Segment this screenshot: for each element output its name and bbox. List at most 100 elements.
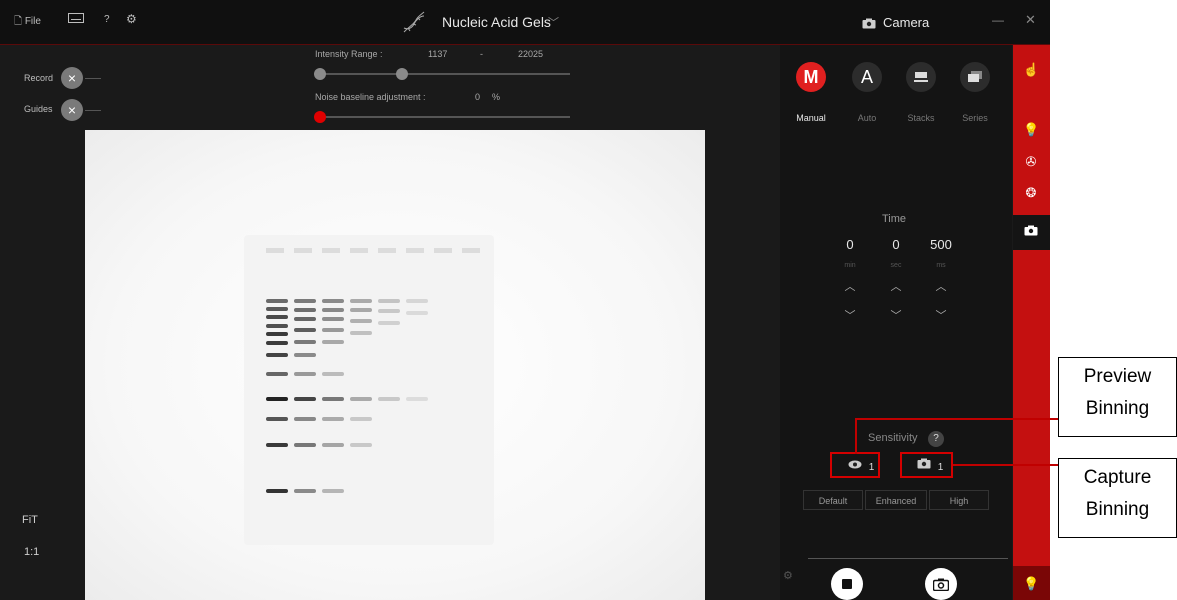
series-mode-button[interactable] [960,62,990,92]
gel-band [322,372,344,376]
app-title[interactable]: Nucleic Acid Gels [442,14,551,30]
preview-binning-callout: Preview Binning [1058,357,1177,437]
gel-band [266,353,288,357]
series-icon [968,67,982,87]
gel-band [378,397,400,401]
touch-hand-icon[interactable]: ☝ [1023,62,1039,78]
gel-band [294,489,316,493]
manual-mode-label: Manual [796,113,826,123]
preview-callout-line2: Binning [1085,398,1150,419]
sensitivity-high-button[interactable]: High [929,490,989,510]
aperture-icon[interactable]: ❂ [1023,185,1039,201]
preview-callout-horizontal [855,418,1058,420]
gel-band [266,324,288,328]
minutes-down-arrow-icon[interactable]: ﹀ [830,307,870,323]
capture-button[interactable] [925,568,957,600]
preview-callout-line1: Preview [1083,366,1152,387]
ms-up-arrow-icon[interactable]: ︿ [921,278,961,294]
time-seconds-value[interactable]: 0 [876,237,916,252]
guides-label: Guides [24,104,53,114]
intensity-min-handle[interactable] [314,68,326,80]
gel-band [294,317,316,321]
gel-band [350,443,372,447]
camera-tool-icon[interactable] [1023,224,1039,239]
gel-well [434,248,452,253]
sensitivity-default-button[interactable]: Default [803,490,863,510]
stop-button[interactable] [831,568,863,600]
seconds-down-arrow-icon[interactable]: ﹀ [876,307,916,323]
noise-slider-track[interactable] [315,116,570,118]
stop-icon [841,577,853,594]
intensity-slider-track[interactable] [315,73,570,75]
stacks-mode-button[interactable] [906,62,936,92]
gel-band [350,397,372,401]
file-menu[interactable]: 🗋 File [14,14,41,31]
filter-wheel-icon[interactable]: ✇ [1023,154,1039,170]
file-label: File [24,16,41,27]
gel-band [294,417,316,421]
bottom-divider [808,558,1008,559]
keyboard-icon[interactable] [68,13,84,26]
time-ms-value[interactable]: 500 [921,237,961,252]
gel-band [406,311,428,315]
record-toggle[interactable]: × [61,67,83,89]
guides-toggle[interactable]: × [61,99,83,121]
gel-band [322,397,344,401]
seconds-up-arrow-icon[interactable]: ︿ [876,278,916,294]
noise-unit: % [492,92,501,102]
intensity-max-handle[interactable] [396,68,408,80]
document-icon: 🗋 [14,16,23,27]
gel-band [322,417,344,421]
gel-band [266,417,288,421]
ms-down-arrow-icon[interactable]: ﹀ [921,307,961,323]
capture-binning-button[interactable]: 1 [900,452,953,478]
gel-band [266,307,288,311]
eye-icon [848,454,862,480]
preview-callout-vertical [855,418,857,454]
settings-gear-icon[interactable]: ⚙ [783,569,793,582]
capture-callout-horizontal [953,464,1058,466]
time-minutes-value[interactable]: 0 [830,237,870,252]
capture-callout-line1: Capture [1083,467,1152,488]
chevron-down-icon[interactable]: ﹀ [548,14,559,30]
noise-handle[interactable] [314,111,326,123]
guides-divider [85,110,101,111]
gel-band [350,417,372,421]
sensitivity-help-button[interactable]: ? [928,431,944,447]
manual-mode-button[interactable]: M [796,62,826,92]
camera-icon [932,578,950,595]
minutes-up-arrow-icon[interactable]: ︿ [830,278,870,294]
intensity-separator: - [480,49,483,59]
auto-mode-button[interactable]: A [852,62,882,92]
actual-size-button[interactable]: 1:1 [24,546,39,558]
gel-band [322,308,344,312]
sensitivity-label: Sensitivity [868,432,918,444]
gel-band [266,299,288,303]
gel-band [294,340,316,344]
close-button[interactable]: ✕ [1025,12,1036,28]
gel-band [322,340,344,344]
gel-band [350,319,372,323]
light-bulb-icon[interactable]: 💡 [1023,122,1039,138]
fit-button[interactable]: FiT [22,514,38,526]
gel-image[interactable] [85,130,705,600]
gel-band [322,299,344,303]
gel-band [266,372,288,376]
help-button[interactable]: ? [104,14,110,25]
illumination-bulb-icon[interactable]: 💡 [1023,576,1039,592]
stacks-icon [914,67,928,87]
gel-band [350,331,372,335]
preview-binning-button[interactable]: 1 [830,452,880,478]
gel-band [378,321,400,325]
capture-binning-value: 1 [937,461,944,473]
gel-band [350,299,372,303]
minimize-button[interactable]: — [992,13,1004,27]
sensitivity-enhanced-button[interactable]: Enhanced [865,490,927,510]
gel-band [294,397,316,401]
gel-band [406,397,428,401]
gel-band [294,299,316,303]
time-minutes-unit: min [844,262,856,269]
gel-well [266,248,284,253]
gear-icon[interactable]: ⚙ [126,12,137,26]
gel-band [266,341,288,345]
